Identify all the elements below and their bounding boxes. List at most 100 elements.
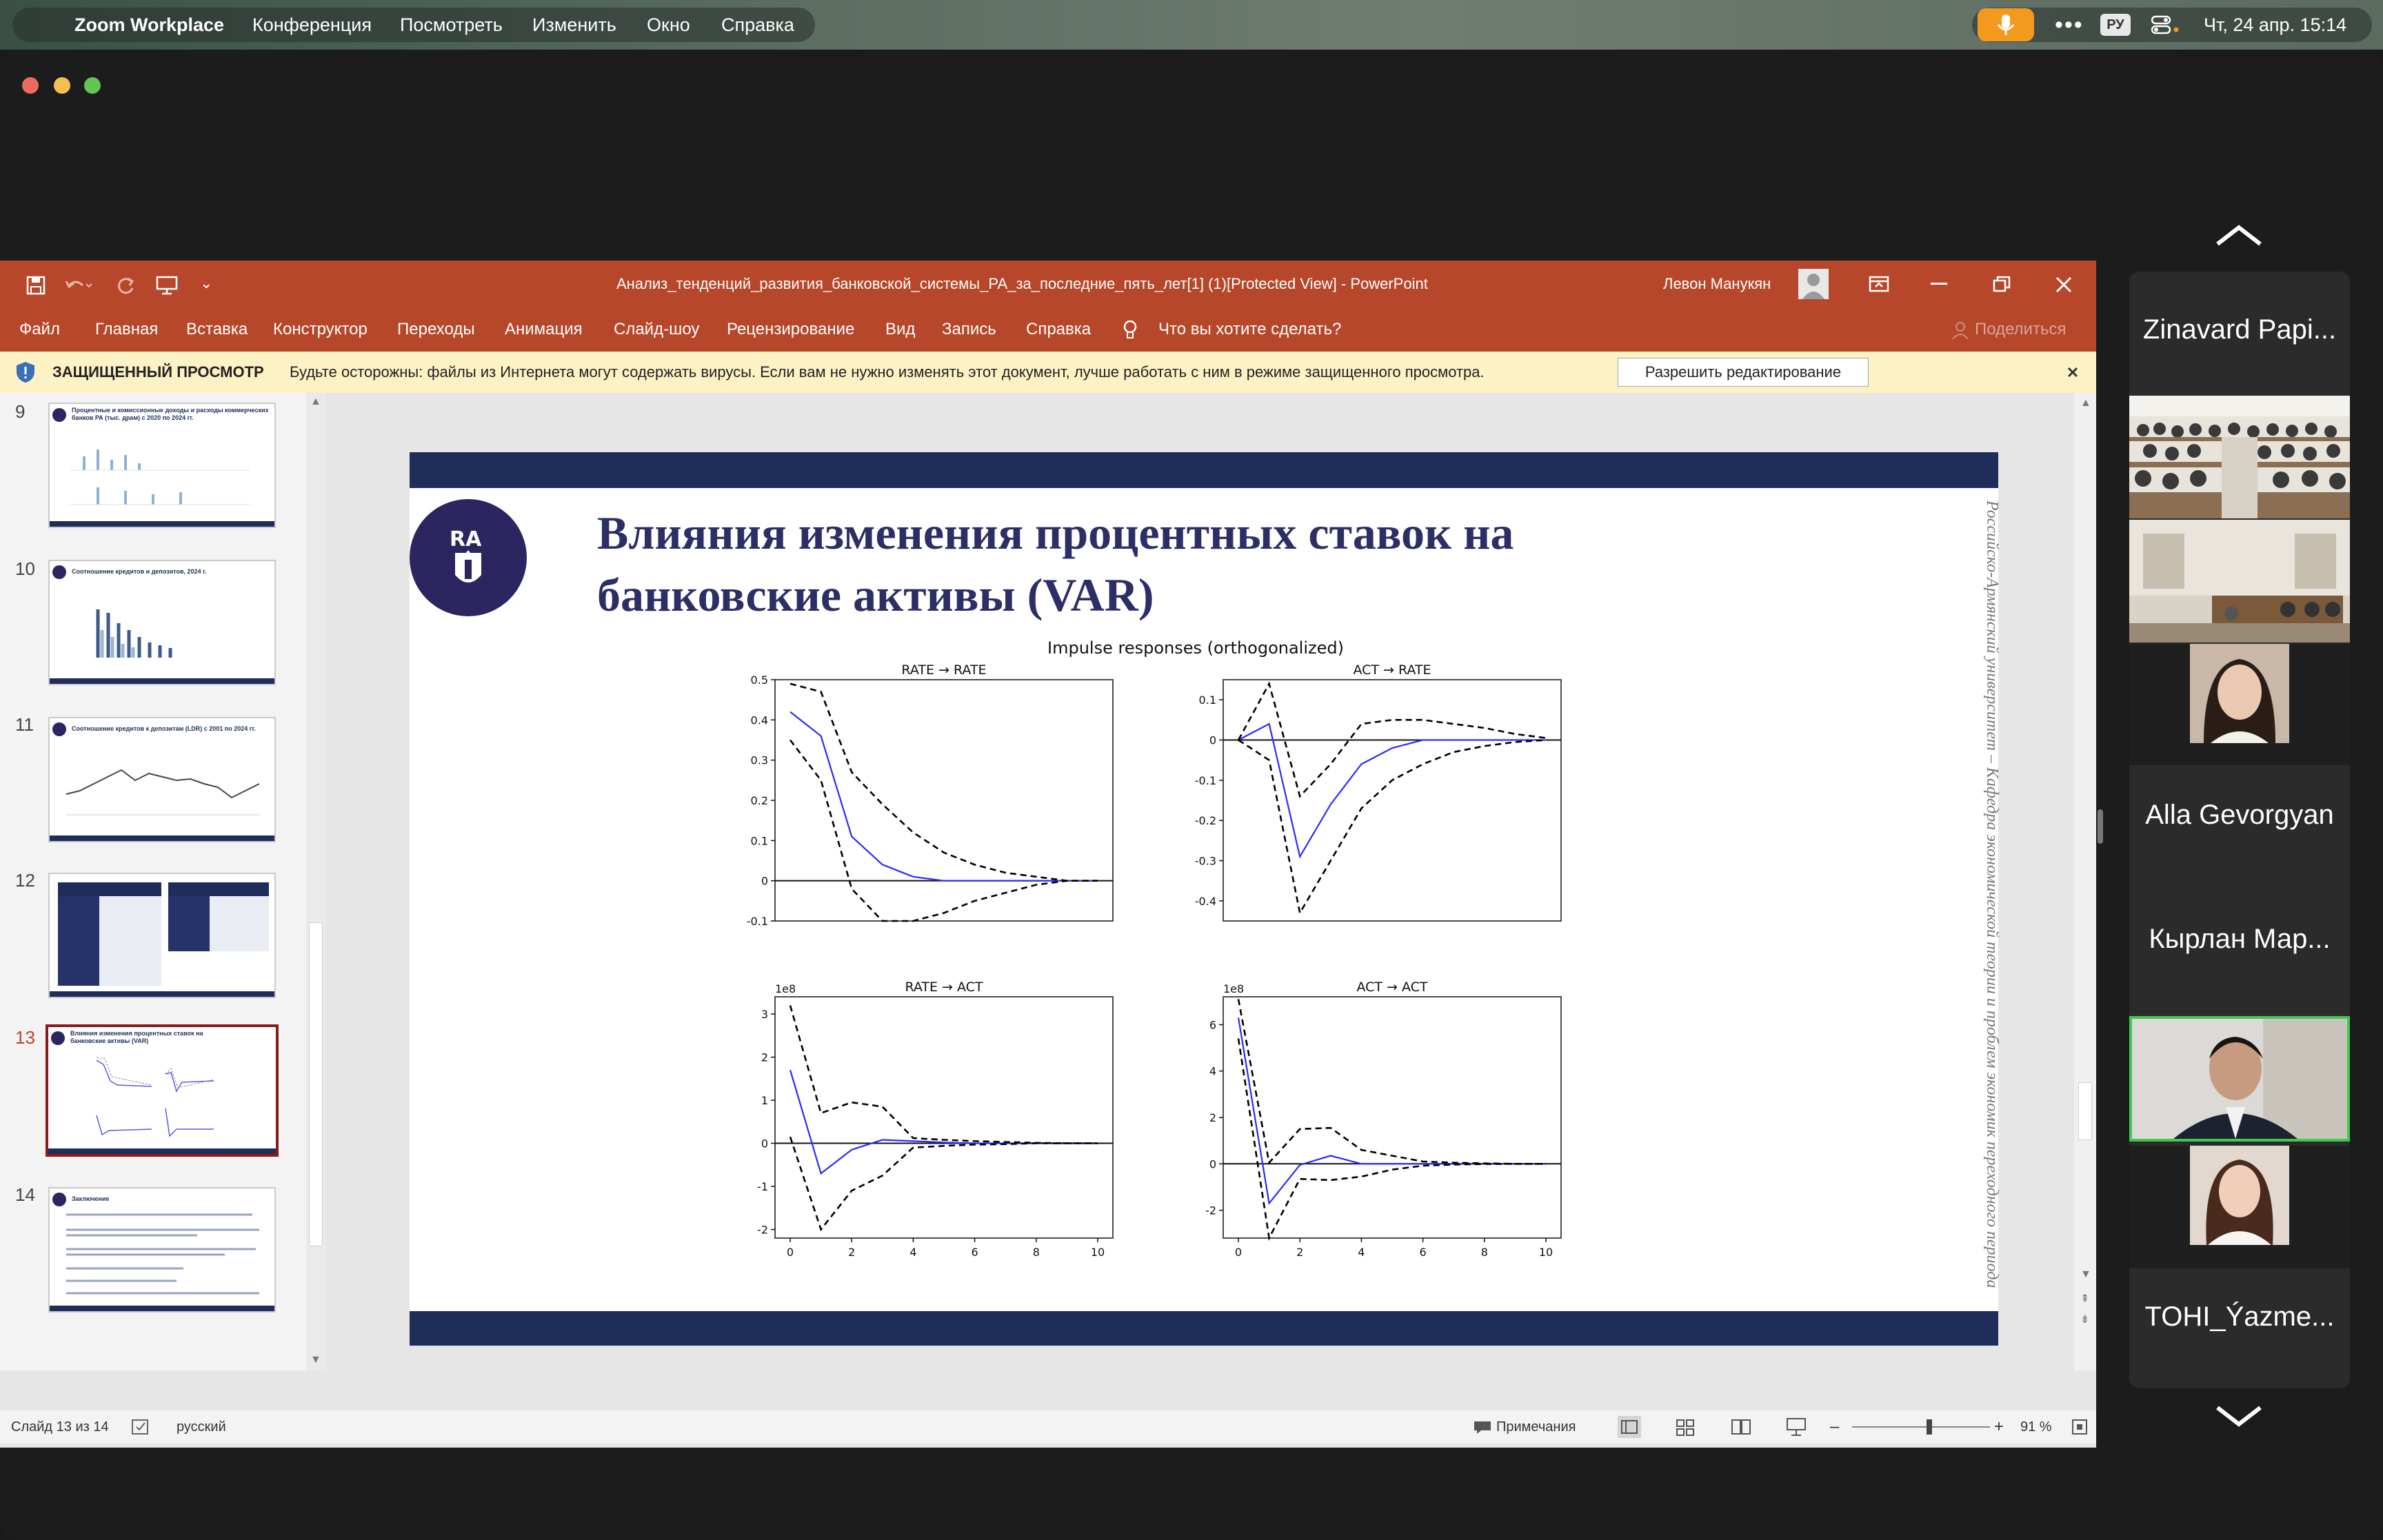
enable-editing-button[interactable]: Разрешить редактирование xyxy=(1618,358,1869,387)
normal-view-icon[interactable] xyxy=(1618,1416,1641,1438)
tab-file[interactable]: Файл xyxy=(19,307,60,352)
chevron-down-icon[interactable] xyxy=(2215,1405,2263,1428)
panel-4-xtick-label: 0 xyxy=(1235,1246,1242,1259)
thumbnails-scrollbar[interactable]: ▲ ▼ xyxy=(306,393,325,1370)
next-slide-icon[interactable]: ⇟ xyxy=(2080,1313,2089,1326)
thumbnail-slide-13-selected[interactable]: Влияния изменения процентных ставок на б… xyxy=(46,1024,279,1157)
spellcheck-icon[interactable] xyxy=(131,1419,150,1435)
participant-name-3: Кырлан Мар... xyxy=(2149,924,2331,954)
panel-4-ytick-label: 2 xyxy=(1209,1111,1216,1124)
control-center-icon[interactable] xyxy=(2151,15,2179,38)
tab-slideshow[interactable]: Слайд-шоу xyxy=(614,307,699,352)
menu-edit[interactable]: Изменить xyxy=(532,0,616,50)
thumbnail-slide-9[interactable]: Процентные и комиссионные доходы и расхо… xyxy=(48,403,276,528)
tab-animations[interactable]: Анимация xyxy=(505,307,583,352)
gallery-resize-handle[interactable] xyxy=(2098,809,2103,844)
dismiss-bar-icon[interactable] xyxy=(2067,367,2078,378)
save-icon[interactable] xyxy=(26,276,47,295)
menu-window[interactable]: Окно xyxy=(647,0,690,50)
tab-review[interactable]: Рецензирование xyxy=(727,307,854,352)
participant-avatar-alla[interactable] xyxy=(2129,644,2350,765)
app-name[interactable]: Zoom Workplace xyxy=(74,0,224,50)
panel-2-ytick-label: -0.3 xyxy=(1195,855,1216,868)
tab-home[interactable]: Главная xyxy=(95,307,158,352)
shared-powerpoint-window: ⌄ Анализ_тенденций_развития_банковской_с… xyxy=(0,261,2096,1448)
tab-design[interactable]: Конструктор xyxy=(273,307,368,352)
participant-video-active-speaker[interactable] xyxy=(2129,1016,2350,1142)
zoom-level[interactable]: 91 % xyxy=(2020,1410,2052,1443)
slide-vertical-scrollbar[interactable]: ▲ ▼ ⇞ ⇟ xyxy=(2074,393,2096,1370)
share-button[interactable]: Поделиться xyxy=(1975,307,2067,352)
thumb-number-11: 11 xyxy=(15,714,34,735)
keyboard-layout[interactable]: РУ xyxy=(2100,14,2131,36)
chevron-up-icon[interactable] xyxy=(2215,223,2263,247)
menu-view[interactable]: Посмотреть xyxy=(400,0,503,50)
panel-4-scale-label: 1e8 xyxy=(1223,982,1244,995)
fit-to-window-icon[interactable] xyxy=(2071,1419,2088,1435)
user-avatar-icon[interactable] xyxy=(1798,269,1829,299)
thumbnail-slide-14[interactable]: Заключение xyxy=(48,1187,276,1313)
thumbnail-slide-12[interactable] xyxy=(48,873,276,998)
panel-frame-2 xyxy=(1223,679,1562,922)
tab-transitions[interactable]: Переходы xyxy=(397,307,475,352)
redo-icon[interactable] xyxy=(116,276,137,295)
slide-sorter-icon[interactable] xyxy=(1676,1419,1695,1437)
tell-me-search[interactable]: Что вы хотите сделать? xyxy=(1158,307,1341,352)
zoom-slider-thumb[interactable] xyxy=(1927,1419,1932,1435)
reading-view-icon[interactable] xyxy=(1731,1419,1751,1437)
ribbon-display-options-icon[interactable] xyxy=(1869,276,1889,292)
participant-video-auditorium[interactable] xyxy=(2129,520,2350,642)
thumbnail-slide-10[interactable]: Соотношение кредитов и депозитов, 2024 г… xyxy=(48,560,276,685)
notes-icon[interactable] xyxy=(1473,1420,1492,1435)
tab-record[interactable]: Запись xyxy=(942,307,996,352)
zoom-in-icon[interactable]: + xyxy=(1994,1410,2004,1443)
thumb-number-14: 14 xyxy=(15,1184,35,1205)
menu-help[interactable]: Справка xyxy=(721,0,794,50)
panel-1-series-1-irf-line xyxy=(790,711,1098,882)
close-window-button[interactable] xyxy=(22,77,39,94)
participant-avatar-4[interactable] xyxy=(2129,1146,2350,1268)
restore-icon[interactable] xyxy=(1993,276,2011,292)
panel-4-ytick-label: 6 xyxy=(1209,1018,1216,1031)
previous-slide-icon[interactable]: ⇞ xyxy=(2080,1292,2089,1306)
thumb-title-10: Соотношение кредитов и депозитов, 2024 г… xyxy=(72,568,207,575)
close-icon[interactable] xyxy=(2055,276,2073,294)
protected-view-message: Будьте осторожны: файлы из Интернета мог… xyxy=(290,363,1485,381)
more-icon[interactable]: ••• xyxy=(2055,0,2084,50)
slideshow-view-icon[interactable] xyxy=(1786,1417,1807,1437)
language-indicator[interactable]: русский xyxy=(177,1410,226,1443)
panel-3-xtick-label: 6 xyxy=(972,1246,978,1259)
panel-3-ytick-label: 2 xyxy=(761,1051,768,1064)
user-name[interactable]: Левон Манукян xyxy=(1663,261,1771,307)
panel-4-ytick-label: -2 xyxy=(1205,1204,1216,1217)
zoom-window-button[interactable] xyxy=(84,77,101,94)
tab-view[interactable]: Вид xyxy=(885,307,915,352)
panel-3-series-1-irf-line xyxy=(789,1069,1098,1175)
tab-insert[interactable]: Вставка xyxy=(186,307,248,352)
minimize-window-button[interactable] xyxy=(54,77,70,94)
minimize-icon[interactable] xyxy=(1931,283,1947,285)
panel-2-ytick-label: -0.1 xyxy=(1195,774,1216,787)
panel-3-xtick-label: 4 xyxy=(909,1246,916,1259)
customize-toolbar-icon[interactable]: ⌄ xyxy=(200,274,212,292)
slide-top-band xyxy=(410,452,1998,488)
ribbon-tabs: Файл Главная Вставка Конструктор Переход… xyxy=(0,307,2096,352)
notes-button[interactable]: Примечания xyxy=(1496,1410,1576,1443)
panel-frame-3 xyxy=(774,996,1114,1239)
participant-video-classroom[interactable] xyxy=(2129,396,2350,518)
zoom-slider[interactable] xyxy=(1852,1419,1990,1435)
figure-suptitle: Impulse responses (orthogonalized) xyxy=(1047,638,1344,658)
panel-4-xtick-label: 6 xyxy=(1420,1246,1427,1259)
thumbnail-slide-11[interactable]: Соотношение кредитов к депозитам (LDR) с… xyxy=(48,717,276,842)
mic-icon[interactable] xyxy=(1978,8,2034,41)
undo-icon[interactable] xyxy=(65,277,92,295)
share-person-icon[interactable] xyxy=(1951,321,1969,339)
start-slideshow-icon[interactable] xyxy=(156,276,179,295)
zoom-out-icon[interactable]: – xyxy=(1830,1410,1839,1443)
tab-help[interactable]: Справка xyxy=(1026,307,1091,352)
thumb-chart-11 xyxy=(66,769,260,815)
menu-conference[interactable]: Конференция xyxy=(252,0,372,50)
slide-title-line1: Влияния изменения процентных ставок на xyxy=(597,507,1514,559)
thumb-chart-10 xyxy=(96,609,172,658)
clock[interactable]: Чт, 24 апр. 15:14 xyxy=(2204,0,2346,50)
